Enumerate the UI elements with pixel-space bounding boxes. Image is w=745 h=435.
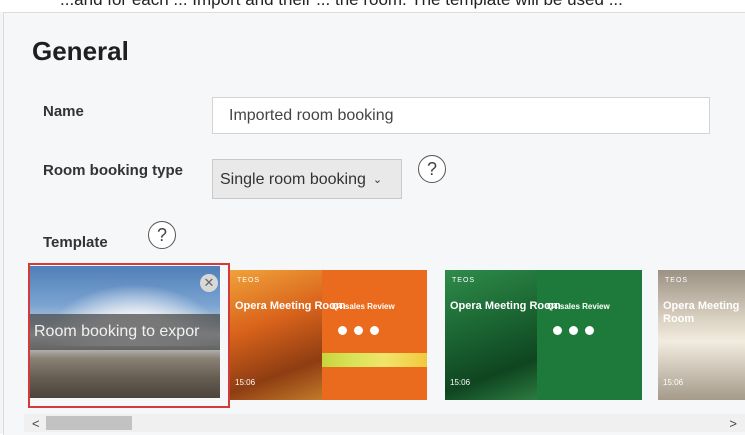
scrollbar-thumb[interactable] bbox=[46, 416, 132, 430]
horizontal-scrollbar[interactable]: < > bbox=[24, 414, 745, 432]
action-dots bbox=[338, 322, 386, 340]
room-booking-type-select[interactable]: Single room booking ⌄ bbox=[212, 159, 402, 199]
room-title: Opera Meeting Room bbox=[663, 300, 740, 325]
selected-template-highlight bbox=[28, 263, 230, 408]
template-thumbnail-green[interactable]: TEOS Opera Meeting Room Q4 sales Review … bbox=[445, 270, 642, 400]
template-thumbnail-orange[interactable]: TEOS Opera Meeting Room Q4 sales Review … bbox=[230, 270, 427, 400]
name-label: Name bbox=[43, 103, 84, 120]
logo-text: TEOS bbox=[452, 277, 476, 284]
room-booking-type-value: Single room booking bbox=[220, 171, 366, 188]
name-input[interactable]: Imported room booking bbox=[212, 97, 710, 134]
chevron-down-icon: ⌄ bbox=[372, 174, 383, 186]
scroll-left-icon[interactable]: < bbox=[32, 416, 40, 431]
meeting-title: Q4 sales Review bbox=[332, 302, 395, 311]
help-icon[interactable]: ? bbox=[418, 155, 446, 183]
room-title: Opera Meeting Room bbox=[450, 300, 561, 312]
room-title: Opera Meeting Room bbox=[235, 300, 346, 312]
clock-text: 15:06 bbox=[663, 378, 684, 387]
scroll-right-icon[interactable]: > bbox=[729, 416, 737, 431]
action-dots bbox=[553, 322, 601, 340]
template-label: Template bbox=[43, 234, 108, 251]
clock-text: 15:06 bbox=[450, 378, 471, 387]
logo-text: TEOS bbox=[237, 277, 261, 284]
settings-page: ...and for each ... Import and their ...… bbox=[0, 0, 745, 435]
name-input-value: Imported room booking bbox=[229, 107, 394, 124]
top-text-fragment: ...and for each ... Import and their ...… bbox=[0, 0, 745, 12]
help-icon[interactable]: ? bbox=[148, 221, 176, 249]
timeline-bar bbox=[322, 353, 427, 367]
section-title: General bbox=[32, 36, 129, 66]
room-booking-type-label: Room booking type bbox=[43, 162, 183, 179]
clock-text: 15:06 bbox=[235, 378, 256, 387]
logo-text: TEOS bbox=[665, 277, 689, 284]
template-thumbnail-fog[interactable]: TEOS Opera Meeting Room 15:06 bbox=[658, 270, 745, 400]
meeting-title: Q4 sales Review bbox=[547, 302, 610, 311]
